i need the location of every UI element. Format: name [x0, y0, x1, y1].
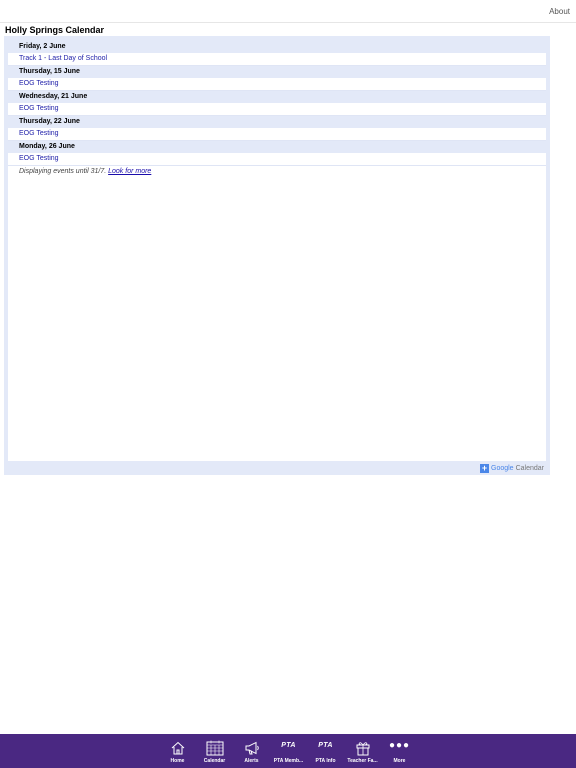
- google-calendar-badge[interactable]: + Google Calendar: [480, 463, 544, 473]
- megaphone-icon: [233, 740, 270, 758]
- event-item[interactable]: EOG Testing: [8, 153, 546, 166]
- tab-label: Teacher Fa...: [347, 758, 378, 764]
- event-item[interactable]: EOG Testing: [8, 103, 546, 116]
- day-header: Thursday, 22 June: [8, 116, 546, 128]
- tab-pta-membership[interactable]: PTA PTA Memb...: [270, 734, 307, 768]
- tab-label: More: [393, 758, 406, 764]
- day-header: Wednesday, 21 June: [8, 91, 546, 103]
- events-range-text: Displaying events until 31/7.: [19, 168, 107, 175]
- gift-icon: [344, 740, 381, 758]
- pta-logo-text: PTA: [281, 742, 296, 749]
- look-for-more-link[interactable]: Look for more: [108, 168, 151, 175]
- page-title: Holly Springs Calendar: [5, 25, 105, 35]
- bottom-tab-bar: Home Calendar Alerts PTA PTA Memb... PTA…: [0, 734, 576, 768]
- more-dots: ●●●: [388, 740, 411, 751]
- tab-pta-info[interactable]: PTA PTA Info: [307, 734, 344, 768]
- about-link[interactable]: About: [549, 7, 570, 16]
- plus-icon: +: [480, 462, 489, 473]
- pta-logo-text: PTA: [318, 742, 333, 749]
- tab-label: PTA Memb...: [273, 758, 304, 764]
- calendar-icon: [196, 740, 233, 758]
- home-icon: [159, 740, 196, 758]
- tab-more[interactable]: ●●● More: [381, 734, 418, 768]
- pta-icon: PTA: [307, 740, 344, 758]
- tab-label: Alerts: [244, 758, 259, 764]
- day-header: Friday, 2 June: [8, 41, 546, 53]
- tab-alerts[interactable]: Alerts: [233, 734, 270, 768]
- tab-home[interactable]: Home: [159, 734, 196, 768]
- top-bar: About: [0, 0, 576, 23]
- calendar-wordmark: Calendar: [515, 464, 544, 472]
- tab-label: Calendar: [203, 758, 226, 764]
- google-wordmark: Google: [491, 464, 514, 472]
- event-item[interactable]: EOG Testing: [8, 78, 546, 91]
- tab-label: PTA Info: [315, 758, 336, 764]
- pta-icon: PTA: [270, 740, 307, 758]
- event-item[interactable]: EOG Testing: [8, 128, 546, 141]
- event-item[interactable]: Track 1 - Last Day of School: [8, 53, 546, 66]
- more-icon: ●●●: [381, 740, 418, 758]
- tab-label: Home: [170, 758, 185, 764]
- calendar-agenda: Friday, 2 June Track 1 - Last Day of Sch…: [8, 41, 546, 461]
- calendar-widget: Friday, 2 June Track 1 - Last Day of Sch…: [4, 36, 550, 475]
- day-header: Monday, 26 June: [8, 141, 546, 153]
- day-header: Thursday, 15 June: [8, 66, 546, 78]
- tab-teacher-favorites[interactable]: Teacher Fa...: [344, 734, 381, 768]
- tab-calendar[interactable]: Calendar: [196, 734, 233, 768]
- events-range-note: Displaying events until 31/7. Look for m…: [8, 166, 546, 175]
